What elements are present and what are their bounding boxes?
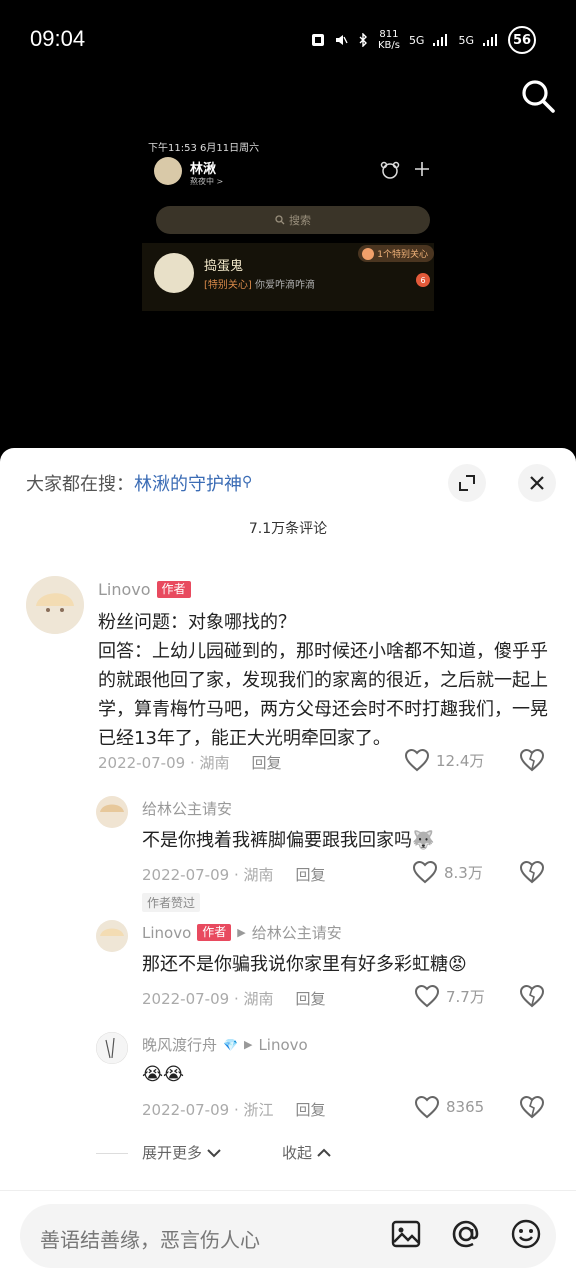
diamond-icon: 💎 <box>223 1037 238 1052</box>
avatar[interactable] <box>96 796 128 828</box>
heart-icon <box>404 748 430 772</box>
like-button[interactable]: 7.7万 <box>414 984 485 1008</box>
search-small-icon <box>275 215 285 225</box>
search-small-icon: ⚲ <box>242 474 253 490</box>
bear-icon <box>380 161 400 179</box>
heart-icon <box>414 1095 440 1119</box>
mute-icon <box>335 35 348 45</box>
comment-text: 不是你拽着我裤脚偏要跟我回家吗🐺 <box>142 830 435 851</box>
like-button[interactable]: 8.3万 <box>412 860 483 884</box>
comment-user[interactable]: 给林公主请安 <box>142 798 232 819</box>
preview-chat-row: 捣蛋鬼 [特别关心] 你爱咋滴咋滴 1个特别关心 6 <box>142 243 434 311</box>
avatar[interactable] <box>26 576 84 634</box>
comment-user[interactable]: Linovo 作者 <box>98 580 191 599</box>
comment-user[interactable]: Linovo 作者 ▶ 给林公主请安 <box>142 922 342 943</box>
battery-indicator: 56 <box>508 26 536 54</box>
comment-meta: 2022-07-09 · 湖南 回复 <box>142 866 326 884</box>
author-liked-tag: 作者赞过 <box>142 893 201 912</box>
comment-count: 7.1万条评论 <box>248 521 328 537</box>
status-bar: 09:04 811 KB/s 5G 5G 56 <box>0 0 576 80</box>
collapse-button[interactable]: 收起 <box>282 1142 332 1163</box>
reply-arrow-icon: ▶ <box>237 926 246 939</box>
reply-button[interactable]: 回复 <box>295 990 325 1008</box>
avatar[interactable] <box>96 920 128 952</box>
chat-message: [特别关心] 你爱咋滴咋滴 <box>204 280 315 291</box>
nfc-icon <box>311 34 324 46</box>
dislike-icon[interactable] <box>518 1095 546 1119</box>
comment-user[interactable]: 晚风渡行舟 💎 ▶ Linovo <box>142 1034 308 1055</box>
preview-search-label: 搜索 <box>289 214 311 227</box>
heart-icon <box>412 860 438 884</box>
close-button[interactable] <box>518 464 556 502</box>
expand-more-button[interactable]: 展开更多 <box>142 1142 222 1163</box>
heart-icon <box>414 984 440 1008</box>
angry-emoji-icon: 😡 <box>448 954 467 975</box>
care-badge: 1个特别关心 <box>358 245 434 262</box>
preview-avatar <box>154 157 182 185</box>
fullscreen-icon <box>459 475 475 491</box>
signal-5g-1: 5G <box>408 33 425 47</box>
like-button[interactable]: 12.4万 <box>404 748 484 772</box>
author-tag: 作者 <box>156 581 191 598</box>
chevron-down-icon <box>207 1148 221 1157</box>
dislike-icon[interactable] <box>518 748 546 772</box>
preview-date: 下午11:53 6月11日周六 <box>148 143 260 154</box>
dislike-icon[interactable] <box>518 860 546 884</box>
chat-name: 捣蛋鬼 <box>204 259 244 274</box>
net-speed: 811 KB/s <box>377 29 400 51</box>
comment-text: 粉丝问题：对象哪找的？ 回答：上幼儿园碰到的，那时候还小啥都不知道，傻乎乎的就跟… <box>98 612 548 749</box>
trending-search[interactable]: 大家都在搜：林湫的守护神⚲ <box>26 470 252 496</box>
emoji-icon[interactable] <box>510 1218 542 1250</box>
heart-icon <box>362 247 375 260</box>
preview-name: 林湫 <box>190 162 217 177</box>
chevron-up-icon <box>317 1148 331 1157</box>
comment-text: 😭😭 <box>142 1064 185 1085</box>
comment-text: 那还不是你骗我说你家里有好多彩虹糖😡 <box>142 954 467 975</box>
plus-icon <box>415 162 429 176</box>
expand-button[interactable] <box>448 464 486 502</box>
reply-arrow-icon: ▶ <box>243 1038 253 1051</box>
trending-prefix: 大家都在搜： <box>26 474 134 495</box>
comment-input-placeholder: 善语结善缘，恶言伤人心 <box>40 1228 260 1252</box>
status-icons: 811 KB/s 5G 5G 56 <box>311 26 536 54</box>
divider <box>96 1153 128 1154</box>
image-icon[interactable] <box>390 1218 422 1250</box>
reply-button[interactable]: 回复 <box>295 1101 325 1119</box>
comment-meta: 2022-07-09 · 浙江 回复 <box>142 1101 326 1119</box>
dislike-icon[interactable] <box>518 984 546 1008</box>
comment-meta: 2022-07-09 · 湖南 回复 <box>98 754 282 772</box>
like-button[interactable]: 8365 <box>414 1095 484 1119</box>
close-icon <box>530 476 544 490</box>
reply-button[interactable]: 回复 <box>251 754 281 772</box>
status-time: 09:04 <box>30 26 86 51</box>
avatar[interactable] <box>96 1032 128 1064</box>
author-tag: 作者 <box>197 924 232 941</box>
search-icon[interactable] <box>520 78 556 114</box>
unread-badge: 6 <box>416 273 430 287</box>
comments-sheet: 大家都在搜：林湫的守护神⚲ 7.1万条评论 Linovo 作者 粉丝问题：对象哪找… <box>0 448 576 1280</box>
preview-actions <box>380 161 430 179</box>
at-mention-icon[interactable] <box>450 1218 482 1250</box>
comment-input-bar: 善语结善缘，恶言伤人心 <box>0 1190 576 1280</box>
husky-emoji-icon: 🐺 <box>412 830 435 851</box>
reply-button[interactable]: 回复 <box>295 866 325 884</box>
signal-bars-icon-2 <box>483 34 497 46</box>
input-actions <box>390 1218 542 1250</box>
comment-input[interactable]: 善语结善缘，恶言伤人心 <box>20 1204 556 1268</box>
trending-keyword[interactable]: 林湫的守护神 <box>134 474 242 495</box>
preview-status: 熬夜中 > <box>190 177 224 186</box>
preview-search-bar: 搜索 <box>156 206 430 234</box>
signal-5g-2: 5G <box>458 33 474 47</box>
video-preview[interactable]: 下午11:53 6月11日周六 林湫 熬夜中 > 搜索 捣蛋鬼 [特别关心] 你… <box>142 135 434 315</box>
chat-avatar <box>154 253 194 293</box>
bluetooth-icon <box>359 33 367 47</box>
signal-bars-icon <box>433 34 448 46</box>
comment-meta: 2022-07-09 · 湖南 回复 <box>142 990 326 1008</box>
